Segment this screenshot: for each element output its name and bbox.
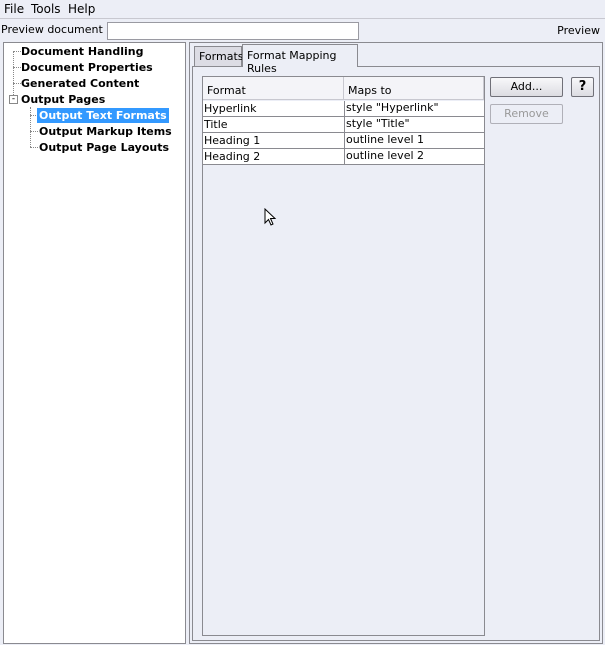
tab-formats[interactable]: Formats [194, 46, 244, 66]
format-cell: Hyperlink [204, 102, 257, 115]
table-row[interactable]: Title style "Title" [203, 117, 484, 133]
format-cell: Title [204, 118, 228, 131]
table-row[interactable]: Heading 1 outline level 1 [203, 133, 484, 149]
table-row[interactable]: Hyperlink style "Hyperlink" [203, 101, 484, 117]
tree-item-output-text-formats[interactable]: Output Text Formats [37, 108, 169, 123]
settings-tree: - Document Handling Document Properties … [3, 42, 186, 644]
tree-item-output-markup-items[interactable]: Output Markup Items [37, 124, 174, 139]
tree-item-document-properties[interactable]: Document Properties [19, 60, 155, 75]
menu-help[interactable]: Help [68, 2, 95, 16]
maps-to-cell: style "Title" [344, 117, 410, 132]
menu-bar: File Tools Help [0, 0, 605, 19]
tree-item-output-pages[interactable]: Output Pages [19, 92, 107, 107]
preview-id-label: Preview document ID: [1, 23, 122, 36]
menu-tools[interactable]: Tools [31, 2, 61, 16]
preview-id-input[interactable] [107, 22, 359, 40]
table-row[interactable]: Heading 2 outline level 2 [203, 149, 484, 165]
maps-to-cell: style "Hyperlink" [344, 101, 439, 116]
format-cell: Heading 1 [204, 134, 261, 147]
collapse-icon[interactable]: - [9, 95, 18, 104]
tree-item-generated-content[interactable]: Generated Content [19, 76, 141, 91]
format-cell: Heading 2 [204, 150, 261, 163]
remove-button[interactable]: Remove [490, 104, 563, 124]
mouse-cursor-icon [264, 208, 277, 226]
maps-to-cell: outline level 1 [344, 133, 425, 148]
detail-panel: Formats Format Mapping Rules Format Maps… [189, 42, 603, 644]
preview-button[interactable]: Preview [557, 24, 600, 37]
tab-format-mapping-rules[interactable]: Format Mapping Rules [242, 44, 358, 75]
mapping-table: Format Maps to Hyperlink style "Hyperlin… [202, 76, 485, 636]
column-header-format[interactable]: Format [203, 77, 344, 100]
menu-file[interactable]: File [4, 2, 24, 16]
tree-item-output-page-layouts[interactable]: Output Page Layouts [37, 140, 171, 155]
column-header-maps-to[interactable]: Maps to [344, 77, 484, 100]
maps-to-cell: outline level 2 [344, 149, 425, 164]
help-button[interactable]: ? [571, 77, 594, 97]
tree-item-document-handling[interactable]: Document Handling [19, 44, 145, 59]
add-button[interactable]: Add... [490, 77, 563, 97]
tab-content: Format Maps to Hyperlink style "Hyperlin… [192, 66, 600, 641]
